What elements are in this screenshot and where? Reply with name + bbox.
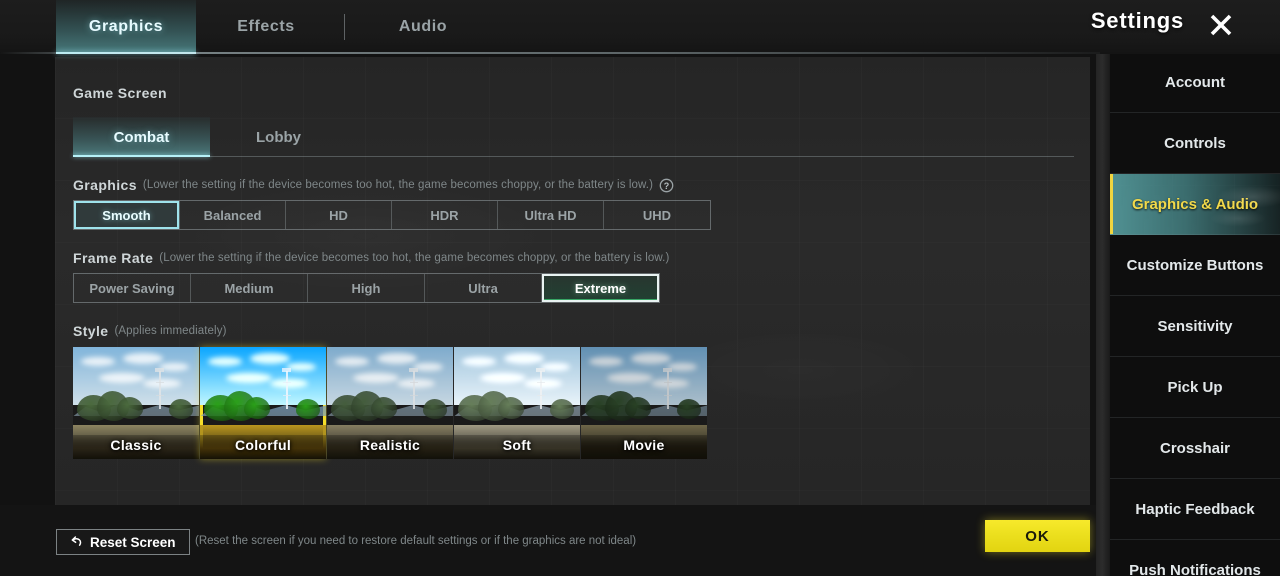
frame-rate-label: Frame Rate: [73, 250, 154, 266]
settings-sidebar: Account Controls Graphics & Audio Customize…: [1110, 0, 1280, 576]
sidebar-item-label: Crosshair: [1159, 439, 1231, 457]
sidebar-item-push-notifications[interactable]: Push Notifications: [1110, 540, 1280, 576]
frame-rate-option-ultra[interactable]: Ultra: [425, 274, 542, 302]
graphics-hint: (Lower the setting if the device becomes…: [142, 179, 653, 191]
undo-arrow-icon: [68, 534, 83, 551]
sidebar-items: Account Controls Graphics & Audio Customize…: [1110, 52, 1280, 576]
style-label: Style: [73, 323, 109, 339]
reset-screen-hint: (Reset the screen if you need to restore…: [195, 535, 637, 547]
page-title: Settings: [1090, 8, 1184, 33]
style-option-label: Classic: [110, 437, 162, 453]
sidebar-item-graphics-audio[interactable]: Graphics & Audio: [1110, 174, 1280, 235]
sidebar-item-crosshair[interactable]: Crosshair: [1110, 418, 1280, 479]
top-tab-underline: [0, 52, 1100, 54]
sidebar-item-label: Controls: [1164, 134, 1226, 152]
style-thumbnail-list: Classic Colorful Realistic Soft Movie: [73, 347, 1074, 459]
graphics-options: Smooth Balanced HD HDR Ultra HD UHD: [73, 200, 711, 230]
style-hint: (Applies immediately): [114, 325, 227, 337]
ok-button[interactable]: OK: [985, 520, 1090, 552]
sidebar-item-label: Push Notifications: [1129, 561, 1261, 576]
sidebar-item-label: Sensitivity: [1157, 317, 1233, 335]
sidebar-item-pick-up[interactable]: Pick Up: [1110, 357, 1280, 418]
reset-screen-label: Reset Screen: [90, 534, 176, 550]
game-screen-tabs: Combat Lobby: [73, 117, 1074, 157]
sidebar-item-label: Graphics & Audio: [1131, 195, 1259, 213]
sidebar-item-label: Pick Up: [1167, 378, 1223, 396]
frame-rate-options: Power Saving Medium High Ultra Extreme: [73, 273, 660, 303]
graphics-settings-panel: Game Screen Combat Lobby Graphics (Lower …: [55, 57, 1090, 505]
style-option-movie[interactable]: Movie: [581, 347, 707, 459]
sidebar-item-label: Customize Buttons: [1126, 256, 1264, 274]
game-screen-title: Game Screen: [73, 85, 167, 101]
frame-rate-option-power-saving[interactable]: Power Saving: [74, 274, 191, 302]
top-tab-bar: Graphics Effects Audio Settings: [0, 0, 1280, 54]
bottom-bar: Reset Screen (Reset the screen if you ne…: [0, 505, 1098, 576]
game-screen-tab-combat[interactable]: Combat: [73, 117, 210, 157]
graphics-label: Graphics: [73, 177, 137, 193]
reset-screen-button[interactable]: Reset Screen: [56, 529, 190, 555]
frame-rate-hint: (Lower the setting if the device becomes…: [159, 252, 670, 264]
frame-rate-option-high[interactable]: High: [308, 274, 425, 302]
frame-rate-section: Frame Rate (Lower the setting if the dev…: [73, 250, 1074, 303]
game-screen-tab-lobby[interactable]: Lobby: [210, 117, 347, 157]
style-option-label: Colorful: [234, 437, 292, 453]
graphics-section: Graphics (Lower the setting if the devic…: [73, 177, 1074, 230]
graphics-option-ultra-hd[interactable]: Ultra HD: [498, 201, 604, 229]
style-option-label: Movie: [623, 437, 665, 453]
svg-text:?: ?: [664, 181, 670, 191]
sidebar-item-label: Haptic Feedback: [1135, 500, 1255, 518]
frame-rate-option-medium[interactable]: Medium: [191, 274, 308, 302]
sidebar-divider: [1096, 52, 1110, 576]
graphics-option-hd[interactable]: HD: [286, 201, 392, 229]
style-option-soft[interactable]: Soft: [454, 347, 580, 459]
graphics-option-uhd[interactable]: UHD: [604, 201, 710, 229]
style-option-label: Soft: [502, 437, 532, 453]
close-icon[interactable]: [1202, 6, 1240, 44]
sidebar-item-haptic-feedback[interactable]: Haptic Feedback: [1110, 479, 1280, 540]
top-tabs: Graphics Effects Audio: [56, 0, 493, 54]
question-mark-icon[interactable]: ?: [659, 178, 674, 193]
sidebar-item-controls[interactable]: Controls: [1110, 113, 1280, 174]
sidebar-item-sensitivity[interactable]: Sensitivity: [1110, 296, 1280, 357]
tab-audio[interactable]: Audio: [353, 0, 493, 54]
style-option-classic[interactable]: Classic: [73, 347, 199, 459]
tab-graphics[interactable]: Graphics: [56, 0, 196, 54]
graphics-option-smooth[interactable]: Smooth: [74, 201, 180, 229]
sidebar-item-customize-buttons[interactable]: Customize Buttons: [1110, 235, 1280, 296]
sidebar-item-label: Account: [1165, 73, 1225, 91]
tab-divider: [344, 14, 345, 40]
style-section: Style (Applies immediately) Classic Color…: [73, 323, 1074, 459]
style-option-label: Realistic: [359, 437, 421, 453]
style-option-colorful[interactable]: Colorful: [200, 347, 326, 459]
tab-effects[interactable]: Effects: [196, 0, 336, 54]
frame-rate-option-extreme[interactable]: Extreme: [542, 274, 659, 302]
sidebar-item-account[interactable]: Account: [1110, 52, 1280, 113]
game-screen-section: Game Screen Combat Lobby: [73, 85, 1074, 157]
style-option-realistic[interactable]: Realistic: [327, 347, 453, 459]
graphics-option-balanced[interactable]: Balanced: [180, 201, 286, 229]
graphics-option-hdr[interactable]: HDR: [392, 201, 498, 229]
